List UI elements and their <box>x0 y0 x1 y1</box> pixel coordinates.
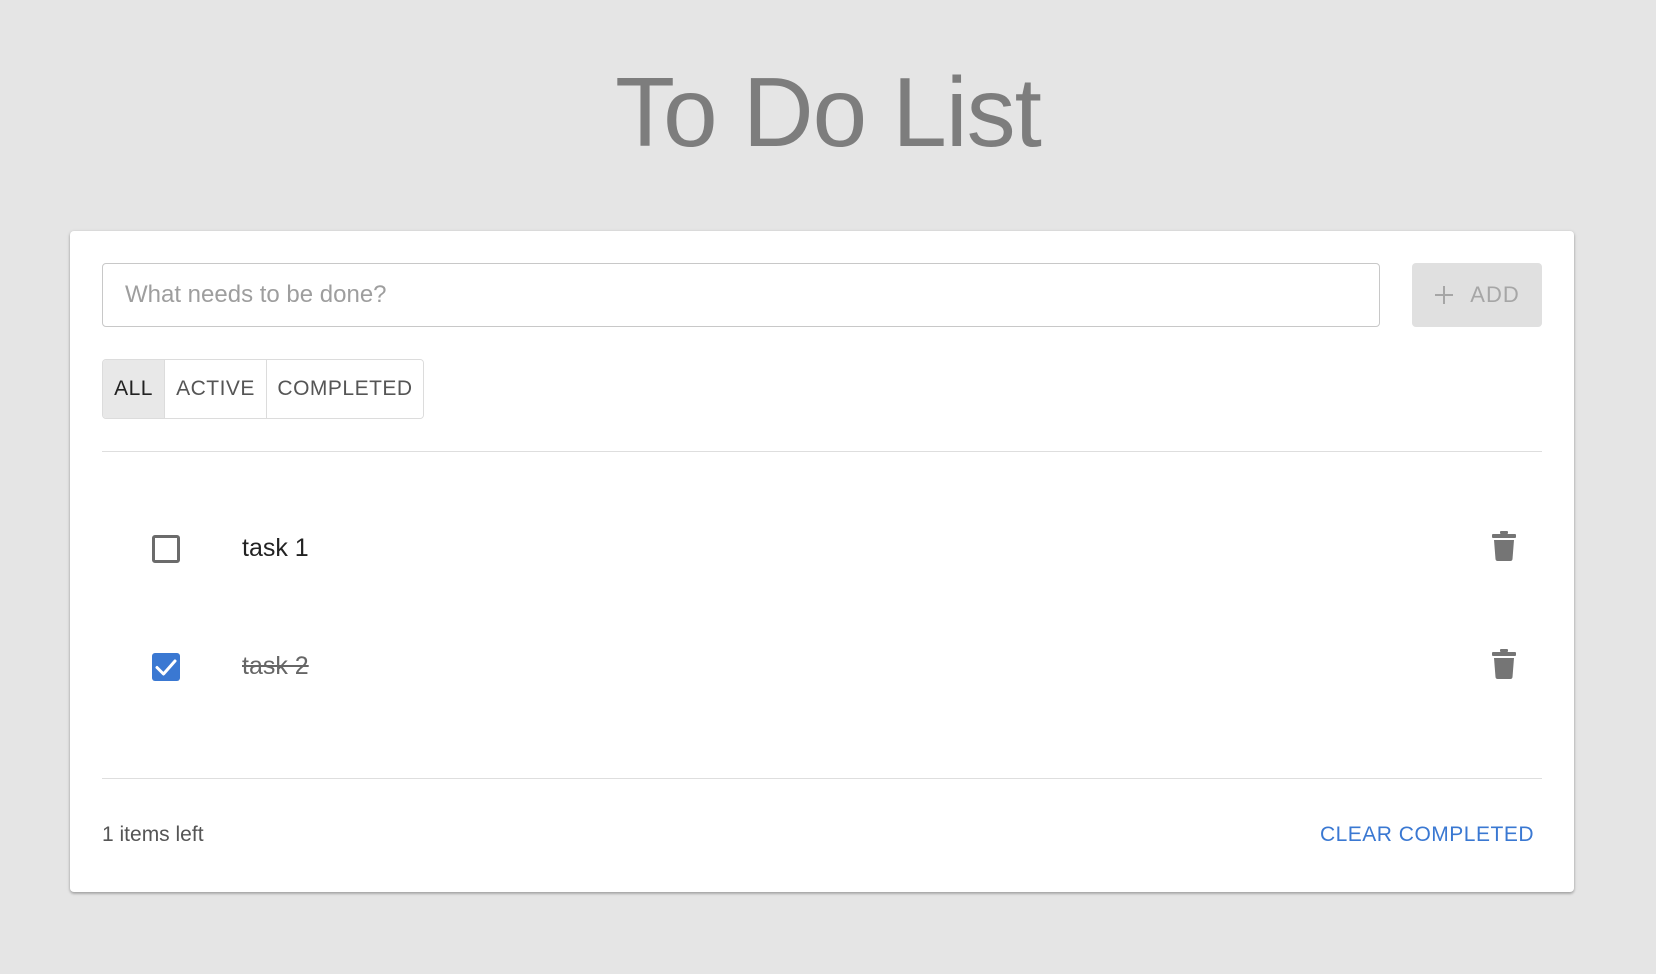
filter-all-button[interactable]: ALL <box>103 360 165 418</box>
items-left-count: 1 items left <box>102 823 204 846</box>
filter-group: ALL ACTIVE COMPLETED <box>102 359 424 419</box>
filter-completed-button[interactable]: COMPLETED <box>267 360 423 418</box>
plus-icon <box>1434 285 1454 305</box>
todo-list: task 1 task 2 <box>102 491 1542 727</box>
filter-active-button[interactable]: ACTIVE <box>165 360 267 418</box>
todo-card: ADD ALL ACTIVE COMPLETED task 1 <box>70 231 1574 892</box>
todo-item: task 2 <box>102 609 1542 727</box>
add-button[interactable]: ADD <box>1412 263 1542 327</box>
divider <box>102 778 1542 779</box>
todo-text: task 2 <box>242 652 309 680</box>
delete-button[interactable] <box>1490 530 1518 566</box>
todo-checkbox[interactable] <box>152 535 180 563</box>
trash-icon <box>1492 648 1516 684</box>
trash-icon <box>1492 530 1516 566</box>
todo-item: task 1 <box>102 491 1542 609</box>
clear-completed-button[interactable]: CLEAR COMPLETED <box>1320 823 1534 847</box>
divider <box>102 451 1542 452</box>
todo-text: task 1 <box>242 534 309 562</box>
todo-checkbox[interactable] <box>152 653 180 681</box>
add-button-label: ADD <box>1470 282 1520 307</box>
checkmark-icon <box>155 659 177 676</box>
new-todo-input[interactable] <box>102 263 1380 327</box>
delete-button[interactable] <box>1490 648 1518 684</box>
page-title: To Do List <box>615 57 1042 167</box>
